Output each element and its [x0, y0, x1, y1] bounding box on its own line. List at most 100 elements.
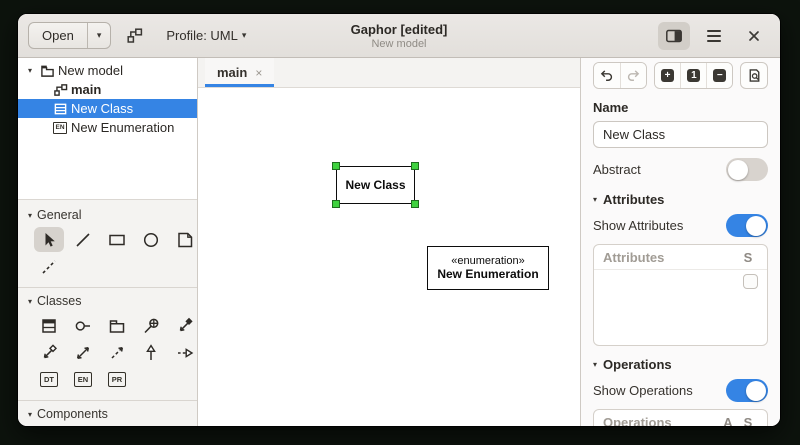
tool-enumeration-button[interactable]: EN — [68, 367, 98, 392]
class-element-name: New Class — [345, 178, 406, 192]
toolbox-section-classes[interactable]: ▾ Classes — [18, 290, 197, 311]
tool-interface-realization-button[interactable] — [170, 340, 197, 365]
tree-item-label: main — [71, 82, 102, 97]
tool-line-button[interactable] — [68, 227, 98, 252]
close-button[interactable] — [738, 22, 770, 50]
attribute-row[interactable] — [594, 270, 767, 293]
enumeration-stereotype: «enumeration» — [451, 255, 525, 267]
tool-box-button[interactable] — [102, 227, 132, 252]
zoom-100-button[interactable]: 1 — [680, 63, 707, 88]
new-diagram-icon — [125, 26, 145, 46]
open-dropdown-button[interactable]: ▾ — [86, 23, 111, 48]
close-icon — [746, 28, 762, 44]
tool-pointer-button[interactable] — [34, 227, 64, 252]
tool-comment-button[interactable] — [170, 227, 197, 252]
tree-item-label: New Enumeration — [71, 120, 175, 135]
tree-item-main[interactable]: main — [18, 80, 197, 99]
enumeration-element[interactable]: «enumeration» New Enumeration — [427, 246, 549, 290]
section-label: General — [37, 208, 82, 222]
section-label: Components — [37, 407, 108, 421]
name-label: Name — [593, 100, 629, 115]
toolbox: ▾ General ▾ Classes DT EN PR ▾ Component… — [18, 200, 197, 426]
zoom-in-button[interactable]: + — [654, 63, 681, 88]
active-tab-indicator — [205, 84, 275, 87]
new-diagram-button[interactable] — [119, 22, 151, 50]
show-attributes-row: Show Attributes — [593, 214, 768, 237]
tree-item-new-enumeration[interactable]: EN New Enumeration — [18, 118, 197, 137]
undo-button[interactable] — [594, 63, 620, 88]
composite-association-icon — [179, 317, 193, 331]
tool-generalization-button[interactable] — [136, 340, 166, 365]
tree-item-new-model[interactable]: ▾ New model — [18, 61, 197, 80]
selection-handle[interactable] — [411, 162, 419, 170]
class-icon — [42, 318, 56, 333]
zoom-out-button[interactable]: − — [706, 63, 733, 88]
tool-containment-button[interactable] — [136, 313, 166, 338]
preview-button[interactable] — [740, 62, 768, 89]
show-attributes-toggle[interactable] — [726, 214, 768, 237]
tab-bar: main × — [198, 58, 580, 88]
static-checkbox[interactable] — [743, 274, 758, 289]
class-element[interactable]: New Class — [332, 162, 419, 208]
attributes-section-label: Attributes — [603, 192, 665, 207]
shared-association-icon — [43, 343, 57, 358]
static-column-header: S — [743, 415, 753, 426]
profile-selector[interactable]: Profile: UML ▾ — [159, 24, 253, 47]
zoom-100-icon: 1 — [687, 69, 701, 82]
header-bar: Open ▾ Profile: UML ▾ Gaphor [edited] Ne… — [18, 14, 780, 58]
tool-shared-association-button[interactable] — [34, 340, 64, 365]
pointer-icon — [45, 232, 55, 247]
toggle-right-panel-button[interactable] — [658, 21, 690, 50]
show-operations-row: Show Operations — [593, 379, 768, 402]
tool-interface-button[interactable] — [68, 313, 98, 338]
enumeration-icon: EN — [52, 120, 68, 135]
tool-composite-association-button[interactable] — [170, 313, 197, 338]
interface-icon — [75, 320, 90, 331]
selection-handle[interactable] — [411, 200, 419, 208]
abstract-row: Abstract — [593, 158, 768, 181]
abstract-column-header: A — [723, 415, 733, 426]
app-window: Open ▾ Profile: UML ▾ Gaphor [edited] Ne… — [18, 14, 780, 426]
zoom-out-icon: − — [713, 69, 727, 82]
tool-ellipse-button[interactable] — [136, 227, 166, 252]
attributes-list: Attributes S — [593, 244, 768, 346]
expander-icon: ▾ — [28, 409, 33, 419]
selection-handle[interactable] — [332, 162, 340, 170]
operations-section-header[interactable]: ▾ Operations — [593, 357, 768, 372]
toolbox-section-components[interactable]: ▾ Components — [18, 403, 197, 424]
name-input[interactable] — [593, 121, 768, 148]
zoom-in-icon: + — [661, 69, 675, 82]
tab-close-icon[interactable]: × — [255, 66, 262, 80]
static-column-header: S — [743, 250, 753, 265]
tree-item-new-class[interactable]: New Class — [18, 99, 197, 118]
comment-line-icon — [42, 259, 56, 274]
tool-primitive-button[interactable]: PR — [102, 367, 132, 392]
diagram-canvas[interactable]: New Class «enumeration» New Enumeration — [198, 88, 580, 426]
tool-association-button[interactable] — [68, 340, 98, 365]
tool-data-type-button[interactable]: DT — [34, 367, 64, 392]
tool-comment-line-button[interactable] — [34, 254, 64, 279]
selection-handle[interactable] — [332, 200, 340, 208]
menu-button[interactable] — [698, 22, 730, 50]
tool-package-button[interactable] — [102, 313, 132, 338]
redo-icon — [627, 70, 639, 81]
abstract-toggle[interactable] — [726, 158, 768, 181]
expander-icon: ▾ — [28, 296, 33, 306]
enumeration-element-name: New Enumeration — [437, 267, 539, 281]
attributes-section-header[interactable]: ▾ Attributes — [593, 192, 768, 207]
primitive-icon: PR — [108, 372, 126, 387]
redo-button[interactable] — [619, 63, 646, 88]
toolbox-section-general[interactable]: ▾ General — [18, 204, 197, 225]
operations-section-label: Operations — [603, 357, 672, 372]
document-zoom-icon — [749, 69, 760, 82]
chevron-down-icon: ▾ — [241, 30, 247, 40]
tool-dependency-button[interactable] — [102, 340, 132, 365]
show-operations-toggle[interactable] — [726, 379, 768, 402]
tab-main[interactable]: main × — [205, 58, 275, 87]
window-subtitle: New model — [371, 37, 427, 50]
expander-icon[interactable]: ▾ — [24, 66, 36, 75]
open-button[interactable]: Open — [29, 23, 87, 48]
attributes-header-label: Attributes — [603, 250, 665, 265]
tool-class-button[interactable] — [34, 313, 64, 338]
expander-icon: ▾ — [28, 210, 33, 220]
